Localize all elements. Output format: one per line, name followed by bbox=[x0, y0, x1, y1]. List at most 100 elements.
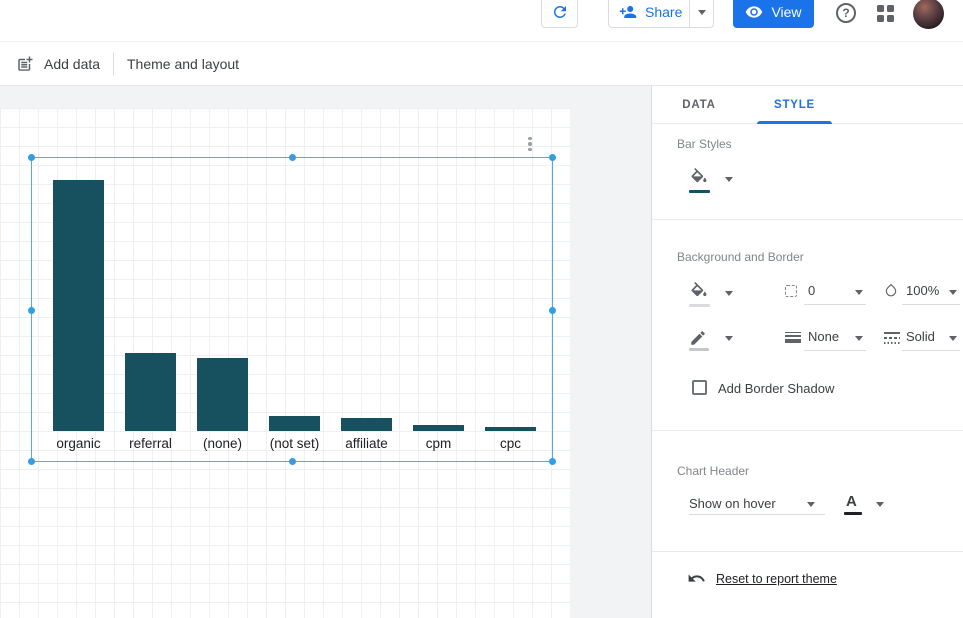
background-fill-color-indicator bbox=[689, 304, 710, 307]
section-divider bbox=[652, 551, 963, 552]
bar-label: referral bbox=[129, 436, 172, 452]
undo-icon bbox=[687, 569, 706, 588]
background-border-title: Background and Border bbox=[677, 250, 804, 264]
view-button[interactable]: View bbox=[733, 0, 814, 28]
border-style-select[interactable]: Solid bbox=[906, 329, 935, 344]
active-tab-indicator bbox=[757, 121, 832, 124]
header-font-color-caret[interactable] bbox=[876, 502, 884, 507]
bar-fill-color-button[interactable] bbox=[689, 168, 709, 188]
toolbar-divider bbox=[113, 52, 114, 76]
border-color-button[interactable] bbox=[689, 329, 707, 347]
bar-cpc[interactable] bbox=[485, 427, 536, 431]
tab-data[interactable]: DATA bbox=[664, 86, 734, 124]
share-dropdown-caret[interactable] bbox=[698, 10, 706, 15]
eye-icon bbox=[745, 3, 763, 21]
bar-cpm[interactable] bbox=[413, 425, 464, 431]
resize-handle-top-right[interactable] bbox=[549, 154, 556, 161]
background-fill-dropdown-caret[interactable] bbox=[725, 291, 733, 296]
section-divider bbox=[652, 430, 963, 431]
opacity-underline bbox=[902, 304, 960, 305]
corner-radius-select[interactable]: 0 bbox=[808, 283, 815, 298]
bar-group: (not set) bbox=[269, 416, 320, 452]
header-font-color-indicator bbox=[844, 512, 862, 515]
bar-label: organic bbox=[56, 436, 100, 452]
opacity-select[interactable]: 100% bbox=[906, 283, 939, 298]
refresh-icon bbox=[551, 3, 569, 21]
bar-label: cpm bbox=[426, 436, 452, 452]
background-fill-color-button[interactable] bbox=[689, 282, 709, 302]
chart-selection: organic referral (none) (not set) affiliate c… bbox=[31, 157, 553, 462]
resize-handle-top-middle[interactable] bbox=[289, 154, 296, 161]
bar-(not set)[interactable] bbox=[269, 416, 320, 431]
bar-chart[interactable]: organic referral (none) (not set) affiliate c… bbox=[53, 158, 536, 452]
bar-label: (none) bbox=[203, 436, 242, 452]
resize-handle-middle-right[interactable] bbox=[549, 307, 556, 314]
bar-(none)[interactable] bbox=[197, 358, 248, 431]
bar-group: organic bbox=[53, 180, 104, 452]
border-style-icon bbox=[884, 332, 900, 344]
more-vert-icon bbox=[528, 137, 532, 141]
opacity-icon bbox=[884, 283, 898, 297]
bar-group: (none) bbox=[197, 358, 248, 452]
report-canvas[interactable]: organic referral (none) (not set) affiliate c… bbox=[0, 108, 570, 618]
help-button[interactable]: ? bbox=[836, 3, 856, 23]
share-button[interactable]: Share bbox=[608, 0, 714, 28]
bar-group: referral bbox=[125, 353, 176, 452]
share-split-divider bbox=[689, 0, 690, 27]
border-weight-select[interactable]: None bbox=[808, 329, 839, 344]
line-weight-icon bbox=[785, 332, 801, 343]
corner-radius-underline bbox=[804, 304, 866, 305]
bar-organic[interactable] bbox=[53, 180, 104, 431]
panel-tabs: DATA STYLE bbox=[652, 86, 963, 124]
border-color-indicator bbox=[689, 348, 709, 351]
bar-referral[interactable] bbox=[125, 353, 176, 431]
refresh-button[interactable] bbox=[541, 0, 578, 28]
opacity-caret[interactable] bbox=[949, 290, 957, 295]
toolbar: Add data Theme and layout bbox=[0, 42, 963, 86]
top-app-bar: Share View ? bbox=[0, 0, 963, 42]
bar-label: (not set) bbox=[270, 436, 320, 452]
apps-grid-icon bbox=[877, 5, 884, 12]
reset-to-report-theme-link[interactable]: Reset to report theme bbox=[716, 572, 837, 586]
bar-affiliate[interactable] bbox=[341, 418, 392, 431]
view-button-label: View bbox=[771, 4, 801, 20]
resize-handle-top-left[interactable] bbox=[28, 154, 35, 161]
resize-handle-bottom-middle[interactable] bbox=[289, 458, 296, 465]
border-weight-underline bbox=[804, 350, 866, 351]
add-data-icon bbox=[16, 55, 34, 73]
border-shadow-checkbox[interactable] bbox=[692, 380, 707, 395]
paint-bucket-icon bbox=[689, 168, 709, 188]
bar-group: cpm bbox=[413, 425, 464, 452]
header-font-color-button[interactable]: A bbox=[846, 493, 857, 510]
bar-group: cpc bbox=[485, 427, 536, 452]
bar-fill-dropdown-caret[interactable] bbox=[725, 177, 733, 182]
add-data-button[interactable]: Add data bbox=[16, 42, 100, 86]
border-style-caret[interactable] bbox=[949, 336, 957, 341]
paint-bucket-icon bbox=[689, 282, 709, 302]
bar-fill-color-indicator bbox=[689, 190, 710, 193]
corner-radius-icon bbox=[785, 285, 797, 297]
avatar[interactable] bbox=[913, 0, 944, 29]
help-icon: ? bbox=[842, 6, 849, 20]
person-add-icon bbox=[619, 3, 637, 21]
bar-group: affiliate bbox=[341, 418, 392, 452]
apps-grid-button[interactable] bbox=[877, 5, 894, 22]
theme-and-layout-button[interactable]: Theme and layout bbox=[127, 42, 239, 86]
resize-handle-bottom-left[interactable] bbox=[28, 458, 35, 465]
bar-label: affiliate bbox=[345, 436, 388, 452]
border-shadow-label: Add Border Shadow bbox=[718, 381, 834, 396]
border-style-underline bbox=[902, 350, 960, 351]
chart-header-visibility-select[interactable]: Show on hover bbox=[689, 496, 776, 511]
border-weight-caret[interactable] bbox=[855, 336, 863, 341]
chart-header-title: Chart Header bbox=[677, 464, 749, 478]
border-pen-icon bbox=[689, 329, 707, 347]
reset-theme-button[interactable] bbox=[687, 569, 706, 588]
chart-more-menu[interactable] bbox=[523, 135, 537, 153]
resize-handle-bottom-right[interactable] bbox=[549, 458, 556, 465]
properties-panel: DATA STYLE Bar Styles Background and Bor… bbox=[651, 86, 963, 618]
border-color-caret[interactable] bbox=[725, 336, 733, 341]
chart-header-visibility-caret[interactable] bbox=[807, 502, 815, 507]
corner-radius-caret[interactable] bbox=[855, 290, 863, 295]
resize-handle-middle-left[interactable] bbox=[28, 307, 35, 314]
tab-style[interactable]: STYLE bbox=[757, 86, 832, 124]
